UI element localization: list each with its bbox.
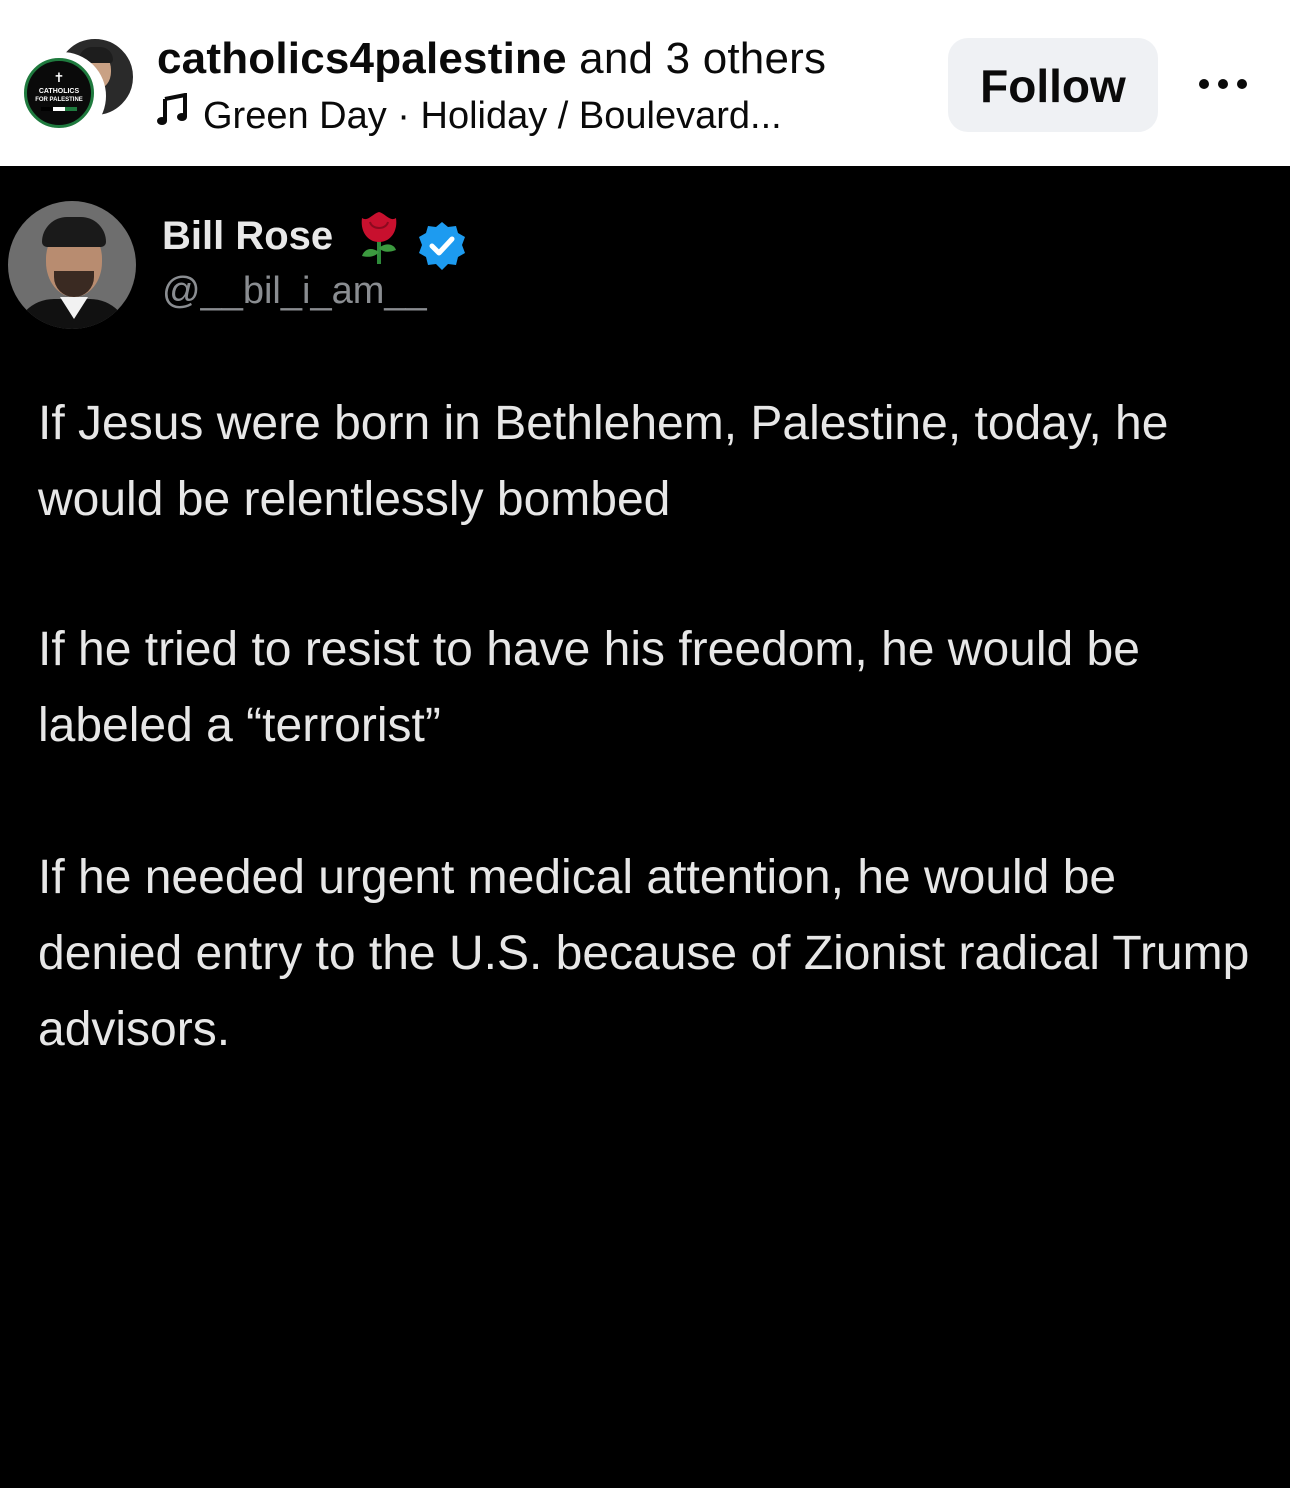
tweet-paragraph: If he needed urgent medical attention, h…	[38, 851, 1250, 1056]
avatar-hair	[42, 217, 106, 247]
tweet-author-handle: @__bil_i_am__	[162, 270, 427, 312]
account-avatar[interactable]: ✝ CATHOLICS FOR PALESTINE	[18, 52, 106, 140]
tweet-paragraph: If he tried to resist to have his freedo…	[38, 623, 1140, 752]
tweet-author-name: Bill Rose	[162, 214, 334, 258]
tweet-author-avatar	[8, 201, 136, 329]
post-header: ✝ CATHOLICS FOR PALESTINE catholics4pale…	[0, 0, 1290, 166]
post-authors[interactable]: catholics4palestine and 3 others	[157, 34, 826, 84]
rose-icon	[352, 208, 406, 266]
more-options-icon[interactable]	[1196, 72, 1250, 96]
collab-avatars[interactable]: ✝ CATHOLICS FOR PALESTINE	[14, 30, 136, 140]
avatar-beard	[54, 271, 94, 297]
post-image[interactable]: Bill Rose @__bil_i_am__ If Jesus were bo…	[0, 166, 1290, 1488]
logo-flag-stripe	[41, 107, 77, 111]
audio-track-label: Green Day · Holiday / Boulevard...	[203, 95, 782, 137]
audio-track[interactable]: Green Day · Holiday / Boulevard...	[157, 92, 782, 139]
cross-icon: ✝	[53, 70, 65, 85]
tweet-paragraph: If Jesus were born in Bethlehem, Palesti…	[38, 397, 1169, 526]
verified-badge-icon	[416, 220, 468, 272]
account-username[interactable]: catholics4palestine	[157, 34, 567, 83]
catholics-for-palestine-logo: ✝ CATHOLICS FOR PALESTINE	[24, 58, 94, 128]
others-count[interactable]: and 3 others	[567, 34, 826, 83]
logo-text-line2: FOR PALESTINE	[35, 97, 83, 103]
follow-button[interactable]: Follow	[948, 38, 1158, 132]
logo-text-line1: CATHOLICS	[38, 88, 80, 95]
music-note-icon	[157, 92, 187, 135]
